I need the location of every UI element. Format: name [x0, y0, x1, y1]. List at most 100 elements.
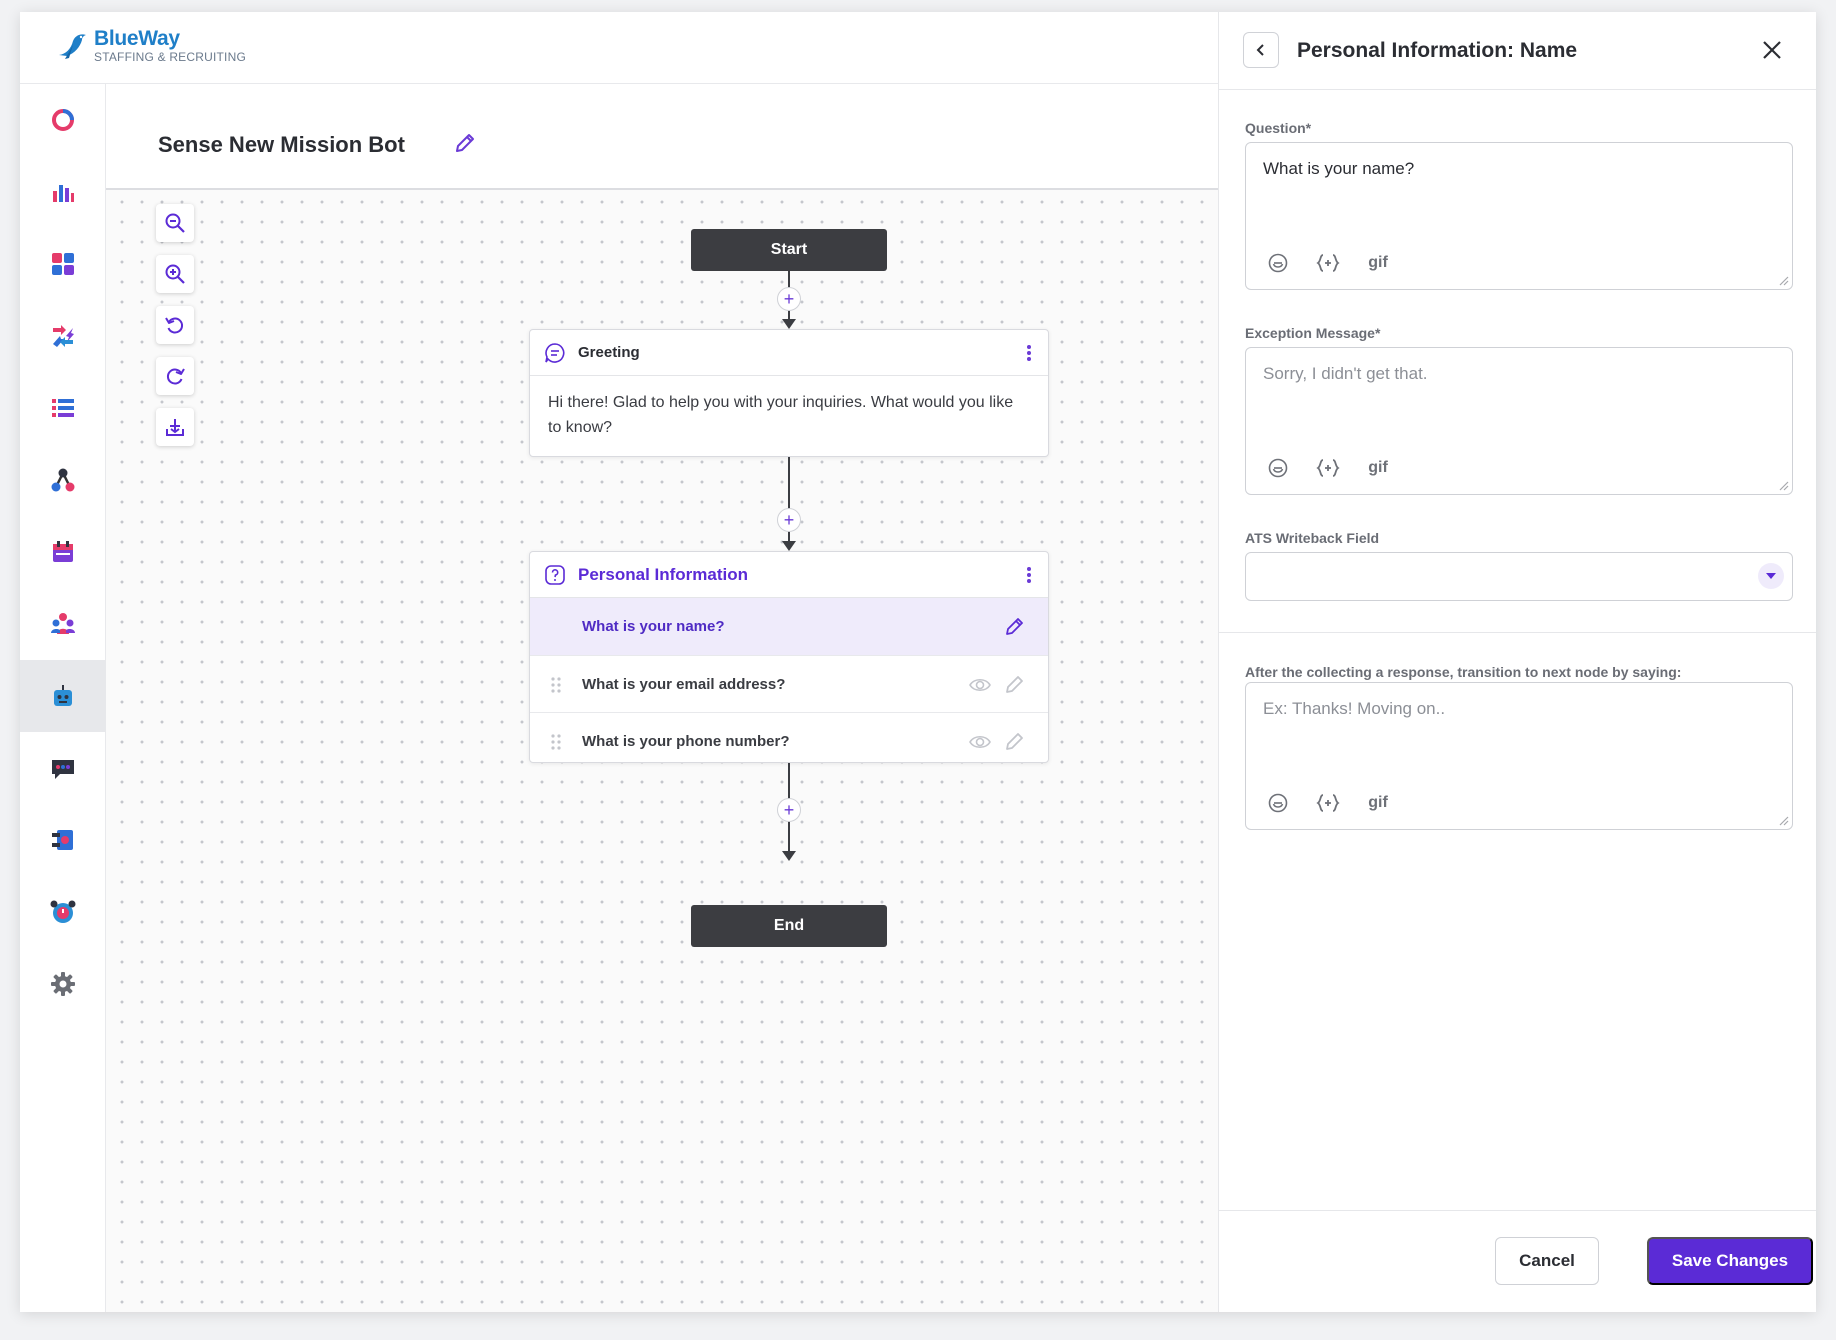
brand-logo[interactable]: BlueWay STAFFING & RECRUITING	[56, 28, 246, 63]
transition-placeholder: Ex: Thanks! Moving on..	[1263, 699, 1446, 718]
variable-button[interactable]	[1316, 456, 1340, 480]
redo-icon	[166, 368, 185, 385]
connector-arrow	[782, 319, 796, 329]
sidebar-item-analytics[interactable]	[20, 156, 106, 228]
pencil-icon[interactable]	[1004, 615, 1026, 637]
sidebar-item-sync[interactable]	[20, 300, 106, 372]
back-button[interactable]	[1243, 32, 1279, 68]
panel-header: Personal Information: Name	[1219, 12, 1816, 90]
flow-canvas[interactable]: Start + Greeting Hi there! Glad to help …	[106, 190, 1218, 1312]
transition-message-field[interactable]: Ex: Thanks! Moving on.. gif	[1245, 682, 1793, 830]
canvas-toolbar	[156, 204, 194, 459]
zoom-out-icon	[165, 213, 185, 233]
pencil-icon[interactable]	[1004, 730, 1026, 752]
curly-braces-icon	[1316, 459, 1340, 477]
add-node-button[interactable]: +	[777, 287, 801, 311]
app-window: BlueWay STAFFING & RECRUITING Sense New …	[20, 12, 1816, 1312]
add-node-button[interactable]: +	[777, 508, 801, 532]
variable-button[interactable]	[1316, 251, 1340, 275]
download-icon	[166, 419, 184, 436]
chevron-left-icon	[1256, 44, 1264, 56]
question-row-phone[interactable]: What is your phone number?	[530, 712, 1048, 769]
close-icon[interactable]	[1758, 36, 1786, 64]
sidebar-item-journeys[interactable]	[20, 804, 106, 876]
sidebar-item-calendar[interactable]	[20, 516, 106, 588]
personal-info-node-title: Personal Information	[578, 564, 749, 584]
gif-button[interactable]: gif	[1366, 456, 1390, 480]
sidebar-item-lists[interactable]	[20, 372, 106, 444]
redo-button[interactable]	[156, 357, 194, 395]
pencil-icon[interactable]	[1004, 673, 1026, 695]
sidebar	[20, 84, 106, 1312]
drag-handle-icon[interactable]	[550, 676, 562, 694]
network-icon	[51, 468, 75, 492]
ats-writeback-label: ATS Writeback Field	[1245, 530, 1380, 546]
resize-handle-icon[interactable]	[1777, 274, 1789, 286]
question-row-email[interactable]: What is your email address?	[530, 655, 1048, 712]
journey-icon	[52, 830, 73, 850]
download-button[interactable]	[156, 408, 194, 446]
edit-question-panel: Personal Information: Name Question* Wha…	[1218, 12, 1816, 1312]
undo-button[interactable]	[156, 306, 194, 344]
resize-handle-icon[interactable]	[1777, 479, 1789, 491]
personal-info-node[interactable]: Personal Information What is your name? …	[529, 551, 1049, 763]
gif-button[interactable]: gif	[1366, 791, 1390, 815]
question-text: What is your email address?	[582, 675, 786, 693]
question-text: What is your phone number?	[582, 732, 790, 750]
emoji-icon	[1268, 458, 1288, 478]
question-label: Question*	[1245, 120, 1312, 136]
question-value: What is your name?	[1263, 159, 1415, 178]
resize-handle-icon[interactable]	[1777, 814, 1789, 826]
question-field[interactable]: What is your name? gif	[1245, 142, 1793, 290]
sidebar-item-teams[interactable]	[20, 588, 106, 660]
gif-label: gif	[1368, 459, 1388, 476]
bar-chart-icon	[53, 185, 74, 202]
variable-button[interactable]	[1316, 791, 1340, 815]
sidebar-item-network[interactable]	[20, 444, 106, 516]
panel-footer: Cancel Save Changes	[1219, 1210, 1816, 1312]
eye-icon[interactable]	[968, 674, 992, 696]
pencil-icon[interactable]	[452, 130, 478, 156]
chat-icon	[52, 760, 74, 779]
connector-arrow	[782, 541, 796, 551]
emoji-button[interactable]	[1266, 456, 1290, 480]
curly-braces-icon	[1316, 254, 1340, 272]
start-node[interactable]: Start	[691, 229, 887, 271]
question-text: What is your name?	[582, 618, 725, 635]
sidebar-item-settings[interactable]	[20, 948, 106, 1020]
kebab-menu-icon[interactable]	[1024, 564, 1034, 586]
sidebar-item-dashboard[interactable]	[20, 228, 106, 300]
emoji-button[interactable]	[1266, 251, 1290, 275]
connector-line	[788, 457, 790, 549]
zoom-in-button[interactable]	[156, 255, 194, 293]
sidebar-item-bots[interactable]	[20, 660, 106, 732]
save-changes-button[interactable]: Save Changes	[1647, 1237, 1813, 1285]
greeting-node[interactable]: Greeting Hi there! Glad to help you with…	[529, 329, 1049, 457]
drag-handle-icon[interactable]	[550, 733, 562, 751]
sidebar-item-reminders[interactable]	[20, 876, 106, 948]
sidebar-item-home[interactable]	[20, 84, 106, 156]
exception-message-field[interactable]: Sorry, I didn't get that. gif	[1245, 347, 1793, 495]
shuffle-icon	[53, 325, 74, 347]
end-node[interactable]: End	[691, 905, 887, 947]
ats-writeback-select[interactable]	[1245, 552, 1793, 601]
team-icon	[51, 613, 75, 634]
dropdown-toggle[interactable]	[1758, 563, 1784, 589]
panel-divider	[1219, 632, 1816, 633]
question-icon	[545, 564, 565, 585]
add-node-button[interactable]: +	[777, 798, 801, 822]
eye-icon[interactable]	[968, 731, 992, 753]
bot-title: Sense New Mission Bot	[158, 132, 405, 157]
chevron-down-icon	[1766, 573, 1776, 579]
emoji-button[interactable]	[1266, 791, 1290, 815]
bird-logo-icon	[59, 33, 86, 59]
brand-tagline: STAFFING & RECRUITING	[94, 50, 246, 64]
zoom-out-button[interactable]	[156, 204, 194, 242]
gif-button[interactable]: gif	[1366, 251, 1390, 275]
alarm-icon	[50, 900, 76, 923]
question-row-name[interactable]: What is your name?	[530, 598, 1048, 655]
list-icon	[52, 399, 74, 417]
sidebar-item-messages[interactable]	[20, 732, 106, 804]
cancel-button[interactable]: Cancel	[1495, 1237, 1599, 1285]
kebab-menu-icon[interactable]	[1024, 342, 1034, 364]
